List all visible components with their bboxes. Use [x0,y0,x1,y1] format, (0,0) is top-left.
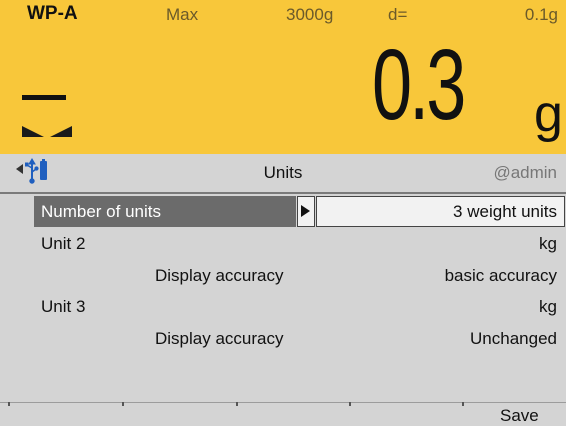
unit-2-label[interactable]: Unit 2 [41,234,85,254]
number-of-units-value: 3 weight units [453,202,557,221]
unit-2-value[interactable]: kg [539,234,557,254]
unit-3-display-accuracy-value[interactable]: Unchanged [470,329,557,349]
softkey-divider [122,402,124,406]
weighing-display [0,0,566,154]
user-label: @admin [493,163,557,182]
unit-3-display-accuracy-label[interactable]: Display accuracy [155,329,284,349]
save-button[interactable]: Save [500,406,539,426]
readability-value: 0.1g [524,5,558,24]
negative-sign [22,95,66,100]
max-value: 3000g [286,5,334,24]
model-name: WP-A [27,3,78,24]
unit-3-value[interactable]: kg [539,297,557,317]
stability-right-icon [50,126,72,137]
softkey-divider [349,402,351,406]
weight-unit: g [534,85,563,143]
softkey-divider [236,402,238,406]
arrow-right-icon [301,205,310,217]
unit-2-display-accuracy-value[interactable]: basic accuracy [445,266,557,286]
unit-2-display-accuracy-label[interactable]: Display accuracy [155,266,284,286]
stability-left-icon [22,126,44,137]
page-title: Units [263,163,303,182]
weight-reading: 0.3 [372,29,466,141]
unit-3-label[interactable]: Unit 3 [41,297,85,317]
softkey-divider [462,402,464,406]
number-of-units-label: Number of units [41,202,161,221]
softkey-bar [0,402,566,426]
softkey-divider [8,402,10,406]
max-label: Max [166,5,199,24]
